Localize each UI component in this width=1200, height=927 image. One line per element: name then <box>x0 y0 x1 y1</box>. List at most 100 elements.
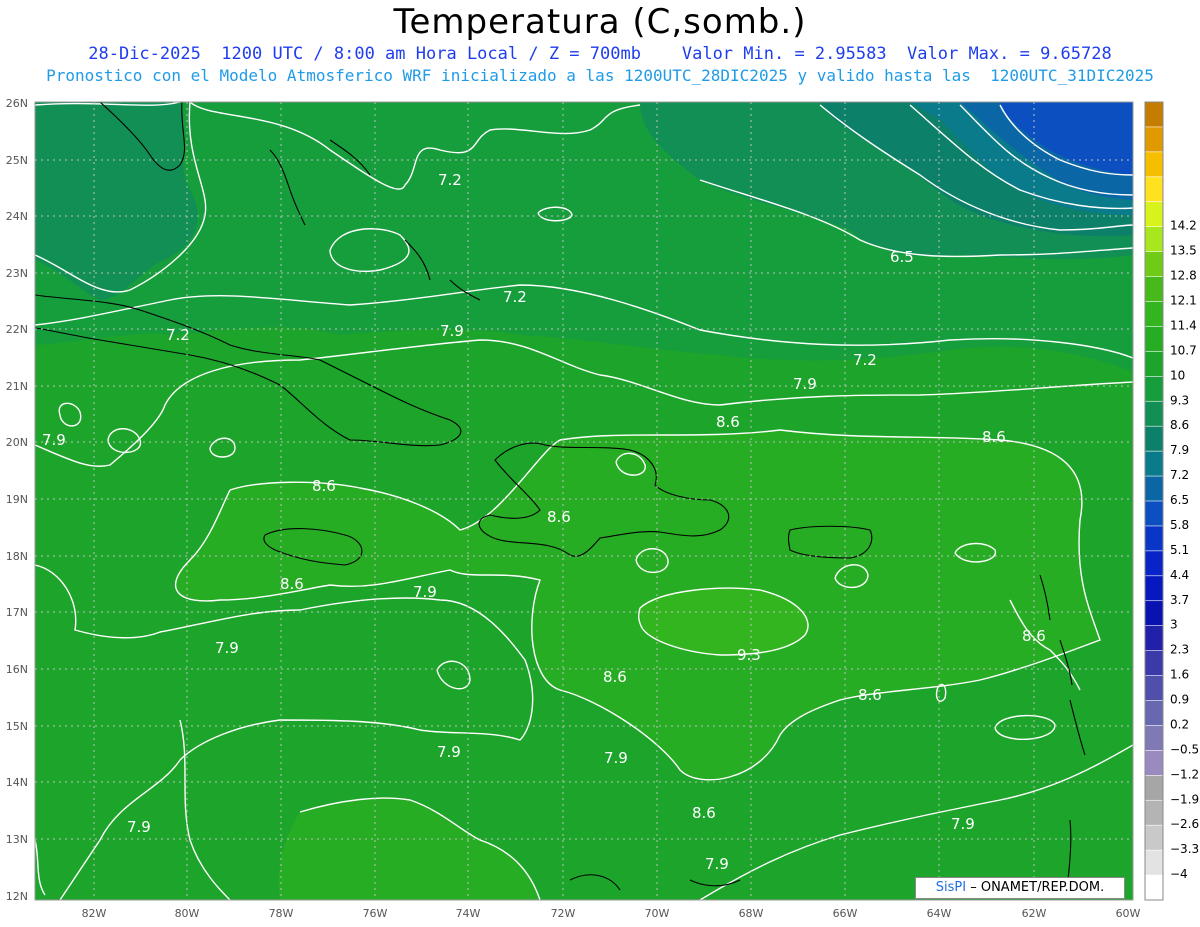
lon-label: 62W <box>1022 907 1047 920</box>
contour-label: 8.6 <box>982 428 1006 446</box>
contour-label: 7.9 <box>604 749 628 767</box>
contour-label: 7.9 <box>951 815 975 833</box>
colorbar-swatch <box>1144 849 1164 876</box>
colorbar <box>1144 101 1164 901</box>
lat-label: 12N <box>6 890 28 903</box>
contour-label: 8.6 <box>280 575 304 593</box>
colorbar-swatch <box>1144 874 1164 901</box>
lat-label: 13N <box>6 833 28 846</box>
lat-label: 20N <box>6 436 28 449</box>
contour-label: 8.6 <box>1022 627 1046 645</box>
colorbar-swatch <box>1144 824 1164 851</box>
colorbar-label: −0.5 <box>1170 742 1199 756</box>
contour-label: 7.9 <box>793 375 817 393</box>
colorbar-swatch <box>1144 625 1164 652</box>
colorbar-label: 10 <box>1170 368 1185 382</box>
colorbar-label: 5.1 <box>1170 543 1189 557</box>
credit-text: – ONAMET/REP.DOM. <box>966 880 1105 895</box>
colorbar-label: 13.5 <box>1170 244 1197 258</box>
contour-label: 8.6 <box>312 477 336 495</box>
colorbar-swatch <box>1144 326 1164 353</box>
lon-label: 66W <box>833 907 858 920</box>
lat-label: 19N <box>6 493 28 506</box>
contour-label: 7.9 <box>705 855 729 873</box>
lon-label: 74W <box>456 907 481 920</box>
colorbar-label: −1.2 <box>1170 767 1199 781</box>
colorbar-swatch <box>1144 600 1164 627</box>
colorbar-swatch <box>1144 226 1164 253</box>
colorbar-swatch <box>1144 775 1164 802</box>
colorbar-label: 1.6 <box>1170 668 1189 682</box>
colorbar-label: 3.7 <box>1170 593 1189 607</box>
colorbar-swatch <box>1144 450 1164 477</box>
lon-label: 70W <box>645 907 670 920</box>
colorbar-label: 10.7 <box>1170 343 1197 357</box>
lat-label: 22N <box>6 323 28 336</box>
colorbar-swatch <box>1144 276 1164 303</box>
colorbar-label: 0.9 <box>1170 693 1189 707</box>
colorbar-swatch <box>1144 725 1164 752</box>
colorbar-label: −3.3 <box>1170 842 1199 856</box>
colorbar-labels: 14.2 13.5 12.8 12.1 11.4 10.7 10 9.3 8.6 7.9 7.2 6.… <box>1170 219 1199 881</box>
contour-label: 8.6 <box>692 804 716 822</box>
colorbar-swatch <box>1144 301 1164 328</box>
contour-label: 7.9 <box>440 322 464 340</box>
lon-label: 60W <box>1116 907 1141 920</box>
colorbar-swatch <box>1144 400 1164 427</box>
colorbar-swatch <box>1144 126 1164 153</box>
lon-label: 82W <box>82 907 107 920</box>
contour-label: 7.2 <box>166 326 190 344</box>
temperature-field <box>35 102 1133 900</box>
contour-label: 7.2 <box>438 171 462 189</box>
map-figure: 26N 25N 24N 23N 22N 21N 20N 19N 18N 17N … <box>6 97 1199 920</box>
colorbar-swatch <box>1144 799 1164 826</box>
colorbar-swatch <box>1144 101 1164 128</box>
colorbar-label: 8.6 <box>1170 418 1189 432</box>
brand-logo: SisPI <box>935 880 967 895</box>
contour-label: 7.2 <box>853 351 877 369</box>
lat-label: 14N <box>6 776 28 789</box>
colorbar-swatch <box>1144 201 1164 228</box>
lat-label: 17N <box>6 606 28 619</box>
contour-label: 6.5 <box>890 248 914 266</box>
colorbar-swatch <box>1144 251 1164 278</box>
colorbar-swatch <box>1144 351 1164 378</box>
lon-label: 72W <box>551 907 576 920</box>
colorbar-swatch <box>1144 575 1164 602</box>
lon-label: 64W <box>927 907 952 920</box>
colorbar-label: 12.8 <box>1170 269 1197 283</box>
lat-label: 24N <box>6 210 28 223</box>
longitude-labels: 82W 80W 78W 76W 74W 72W 70W 68W 66W 64W … <box>82 907 1141 920</box>
colorbar-label: 11.4 <box>1170 318 1197 332</box>
contour-label: 8.6 <box>858 686 882 704</box>
colorbar-label: −1.9 <box>1170 792 1199 806</box>
contour-label: 7.9 <box>127 818 151 836</box>
colorbar-swatch <box>1144 750 1164 777</box>
colorbar-label: 9.3 <box>1170 393 1189 407</box>
lat-label: 15N <box>6 720 28 733</box>
colorbar-label: 3 <box>1170 618 1178 632</box>
colorbar-swatch <box>1144 650 1164 677</box>
lon-label: 78W <box>269 907 294 920</box>
colorbar-swatch <box>1144 425 1164 452</box>
colorbar-label: 0.2 <box>1170 717 1189 731</box>
colorbar-label: 5.8 <box>1170 518 1189 532</box>
colorbar-label: 14.2 <box>1170 219 1197 233</box>
colorbar-label: 4.4 <box>1170 568 1189 582</box>
latitude-labels: 26N 25N 24N 23N 22N 21N 20N 19N 18N 17N … <box>6 97 28 903</box>
contour-label: 7.9 <box>215 639 239 657</box>
lat-label: 26N <box>6 97 28 110</box>
colorbar-swatch <box>1144 475 1164 502</box>
colorbar-swatch <box>1144 550 1164 577</box>
contour-label: 9.3 <box>737 646 761 664</box>
colorbar-label: 12.1 <box>1170 294 1197 308</box>
colorbar-label: 6.5 <box>1170 493 1189 507</box>
lat-label: 23N <box>6 267 28 280</box>
colorbar-label: 7.9 <box>1170 443 1189 457</box>
colorbar-swatch <box>1144 675 1164 702</box>
colorbar-swatch <box>1144 700 1164 727</box>
contour-label: 7.9 <box>42 431 66 449</box>
contour-label: 8.6 <box>716 413 740 431</box>
colorbar-swatch <box>1144 151 1164 178</box>
lon-label: 68W <box>739 907 764 920</box>
